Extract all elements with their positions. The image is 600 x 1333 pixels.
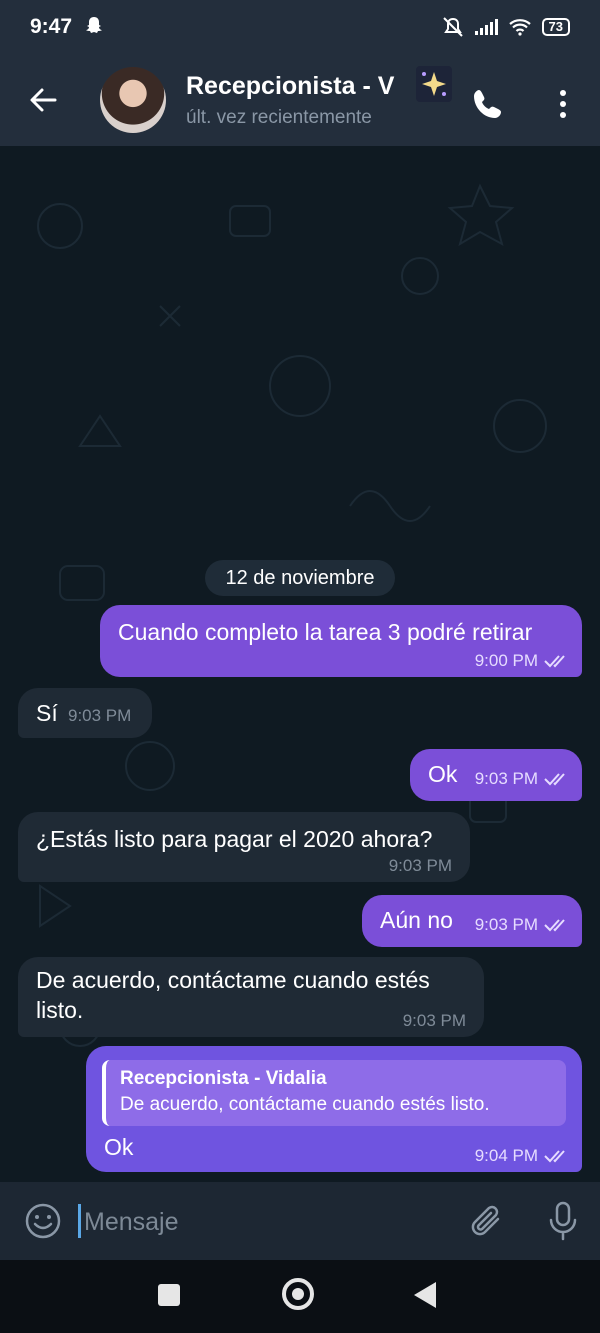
chat-area[interactable]: 12 de noviembre Cuando completo la tarea…	[0, 146, 600, 1182]
date-separator: 12 de noviembre	[205, 560, 395, 596]
message-incoming[interactable]: De acuerdo, contáctame cuando estés list…	[18, 957, 484, 1037]
message-incoming[interactable]: ¿Estás listo para pagar el 2020 ahora? 9…	[18, 812, 470, 882]
status-time: 9:47	[30, 15, 73, 38]
avatar[interactable]	[100, 67, 166, 133]
message-time: 9:03 PM	[474, 915, 538, 934]
snapchat-icon	[84, 15, 104, 40]
message-outgoing[interactable]: Cuando completo la tarea 3 podré retirar…	[100, 605, 582, 677]
message-time: 9:00 PM	[474, 651, 538, 670]
message-text: ¿Estás listo para pagar el 2020 ahora?	[36, 826, 433, 852]
message-outgoing-reply[interactable]: Recepcionista - Vidalia De acuerdo, cont…	[86, 1046, 582, 1172]
reply-text: De acuerdo, contáctame cuando estés list…	[120, 1094, 490, 1115]
phone-icon[interactable]	[468, 84, 508, 124]
message-text: Ok	[104, 1134, 134, 1160]
message-text: Aún no	[380, 907, 453, 933]
message-meta: 9:03 PM	[475, 769, 570, 789]
paperclip-icon[interactable]	[468, 1202, 506, 1240]
wifi-icon	[508, 19, 531, 36]
message-text: Ok	[428, 761, 458, 787]
recents-button[interactable]	[158, 1284, 180, 1306]
sparkle-icon	[416, 66, 452, 102]
message-time: 9:03 PM	[474, 769, 538, 788]
message-text-line1: De acuerdo, contáctame cuando estés	[36, 967, 430, 993]
double-check-icon	[544, 655, 565, 668]
double-check-icon	[544, 773, 565, 786]
last-seen-status: últ. vez recientemente	[186, 106, 372, 128]
message-time: 9:03 PM	[388, 856, 452, 875]
message-meta: 9:00 PM	[475, 651, 570, 671]
double-check-icon	[544, 919, 565, 932]
system-back-button[interactable]	[414, 1282, 436, 1308]
status-icons: 73	[441, 16, 570, 38]
text-cursor	[78, 1204, 81, 1238]
chat-header: Recepcionista - V últ. vez recientemente	[0, 54, 600, 146]
message-text: Sí	[36, 700, 58, 726]
message-text: Cuando completo la tarea 3 podré retirar	[118, 619, 533, 645]
microphone-icon[interactable]	[546, 1200, 580, 1242]
battery-indicator: 73	[541, 18, 570, 36]
message-composer	[0, 1182, 600, 1260]
emoji-icon[interactable]	[24, 1202, 62, 1240]
message-time: 9:03 PM	[68, 706, 132, 725]
mute-icon	[442, 17, 463, 37]
message-meta: 9:03 PM	[475, 915, 570, 935]
chat-title: Recepcionista - V	[186, 71, 395, 100]
message-outgoing[interactable]: Aún no 9:03 PM	[362, 895, 582, 947]
home-button[interactable]	[282, 1278, 314, 1310]
back-button[interactable]	[0, 54, 86, 146]
more-vert-icon[interactable]	[550, 84, 576, 124]
message-meta: 9:04 PM	[475, 1146, 570, 1166]
system-nav-bar	[0, 1260, 600, 1333]
message-outgoing[interactable]: Ok 9:03 PM	[410, 749, 582, 801]
chat-title-block[interactable]: Recepcionista - V últ. vez recientemente	[186, 72, 416, 129]
message-time: 9:04 PM	[474, 1146, 538, 1165]
message-incoming[interactable]: Sí 9:03 PM	[18, 688, 152, 738]
reply-author: Recepcionista - Vidalia	[120, 1068, 327, 1089]
reply-quote[interactable]: Recepcionista - Vidalia De acuerdo, cont…	[102, 1060, 566, 1126]
message-time: 9:03 PM	[402, 1011, 466, 1030]
status-bar: 9:47 73	[0, 0, 600, 54]
double-check-icon	[544, 1150, 565, 1163]
message-text-line2: listo.	[36, 997, 84, 1023]
arrow-back-icon	[30, 88, 57, 112]
signal-icon	[474, 19, 498, 35]
message-input[interactable]	[84, 1202, 444, 1242]
